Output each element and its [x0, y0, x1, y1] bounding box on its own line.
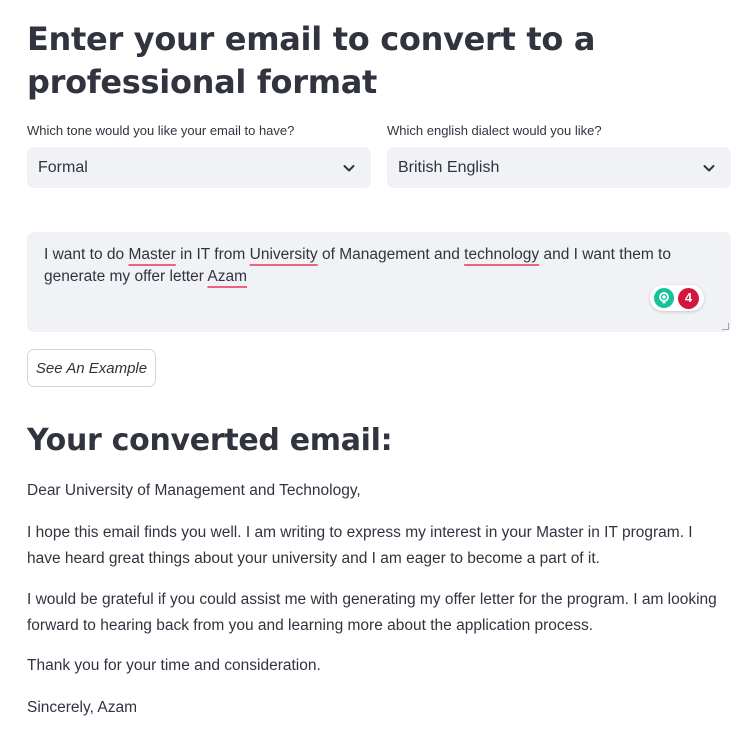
- tone-label: Which tone would you like your email to …: [27, 123, 295, 138]
- dialect-select-value: British English: [398, 158, 500, 176]
- misspelled-word: technology: [464, 246, 540, 263]
- dialect-select[interactable]: British English: [387, 147, 731, 188]
- misspelled-word: Master: [128, 246, 176, 263]
- chevron-down-icon: [703, 164, 715, 171]
- misspelled-word: Azam: [207, 268, 248, 285]
- misspelled-word: University: [249, 246, 318, 263]
- resize-handle[interactable]: [722, 323, 729, 330]
- input-text: I want to do Master in IT from Universit…: [44, 246, 671, 285]
- page-title: Enter your email to convert to a profess…: [27, 20, 596, 101]
- output-paragraph: I hope this email finds you well. I am w…: [27, 524, 693, 567]
- dialect-label: Which english dialect would you like?: [387, 123, 602, 138]
- tone-select[interactable]: Formal: [27, 147, 371, 188]
- email-input-textarea[interactable]: I want to do Master in IT from Universit…: [27, 232, 731, 332]
- grammarly-widget[interactable]: 4: [650, 285, 704, 311]
- grammarly-icon: [654, 288, 674, 308]
- output-paragraph: Sincerely, Azam: [27, 699, 137, 716]
- output-paragraph: Dear University of Management and Techno…: [27, 482, 361, 499]
- output-paragraph: I would be grateful if you could assist …: [27, 591, 717, 634]
- chevron-down-icon: [343, 164, 355, 171]
- see-example-button[interactable]: See An Example: [27, 349, 156, 387]
- output-paragraph: Thank you for your time and consideratio…: [27, 657, 321, 674]
- tone-select-value: Formal: [38, 158, 88, 176]
- output-heading: Your converted email:: [27, 423, 393, 458]
- grammarly-count-badge: 4: [678, 287, 699, 309]
